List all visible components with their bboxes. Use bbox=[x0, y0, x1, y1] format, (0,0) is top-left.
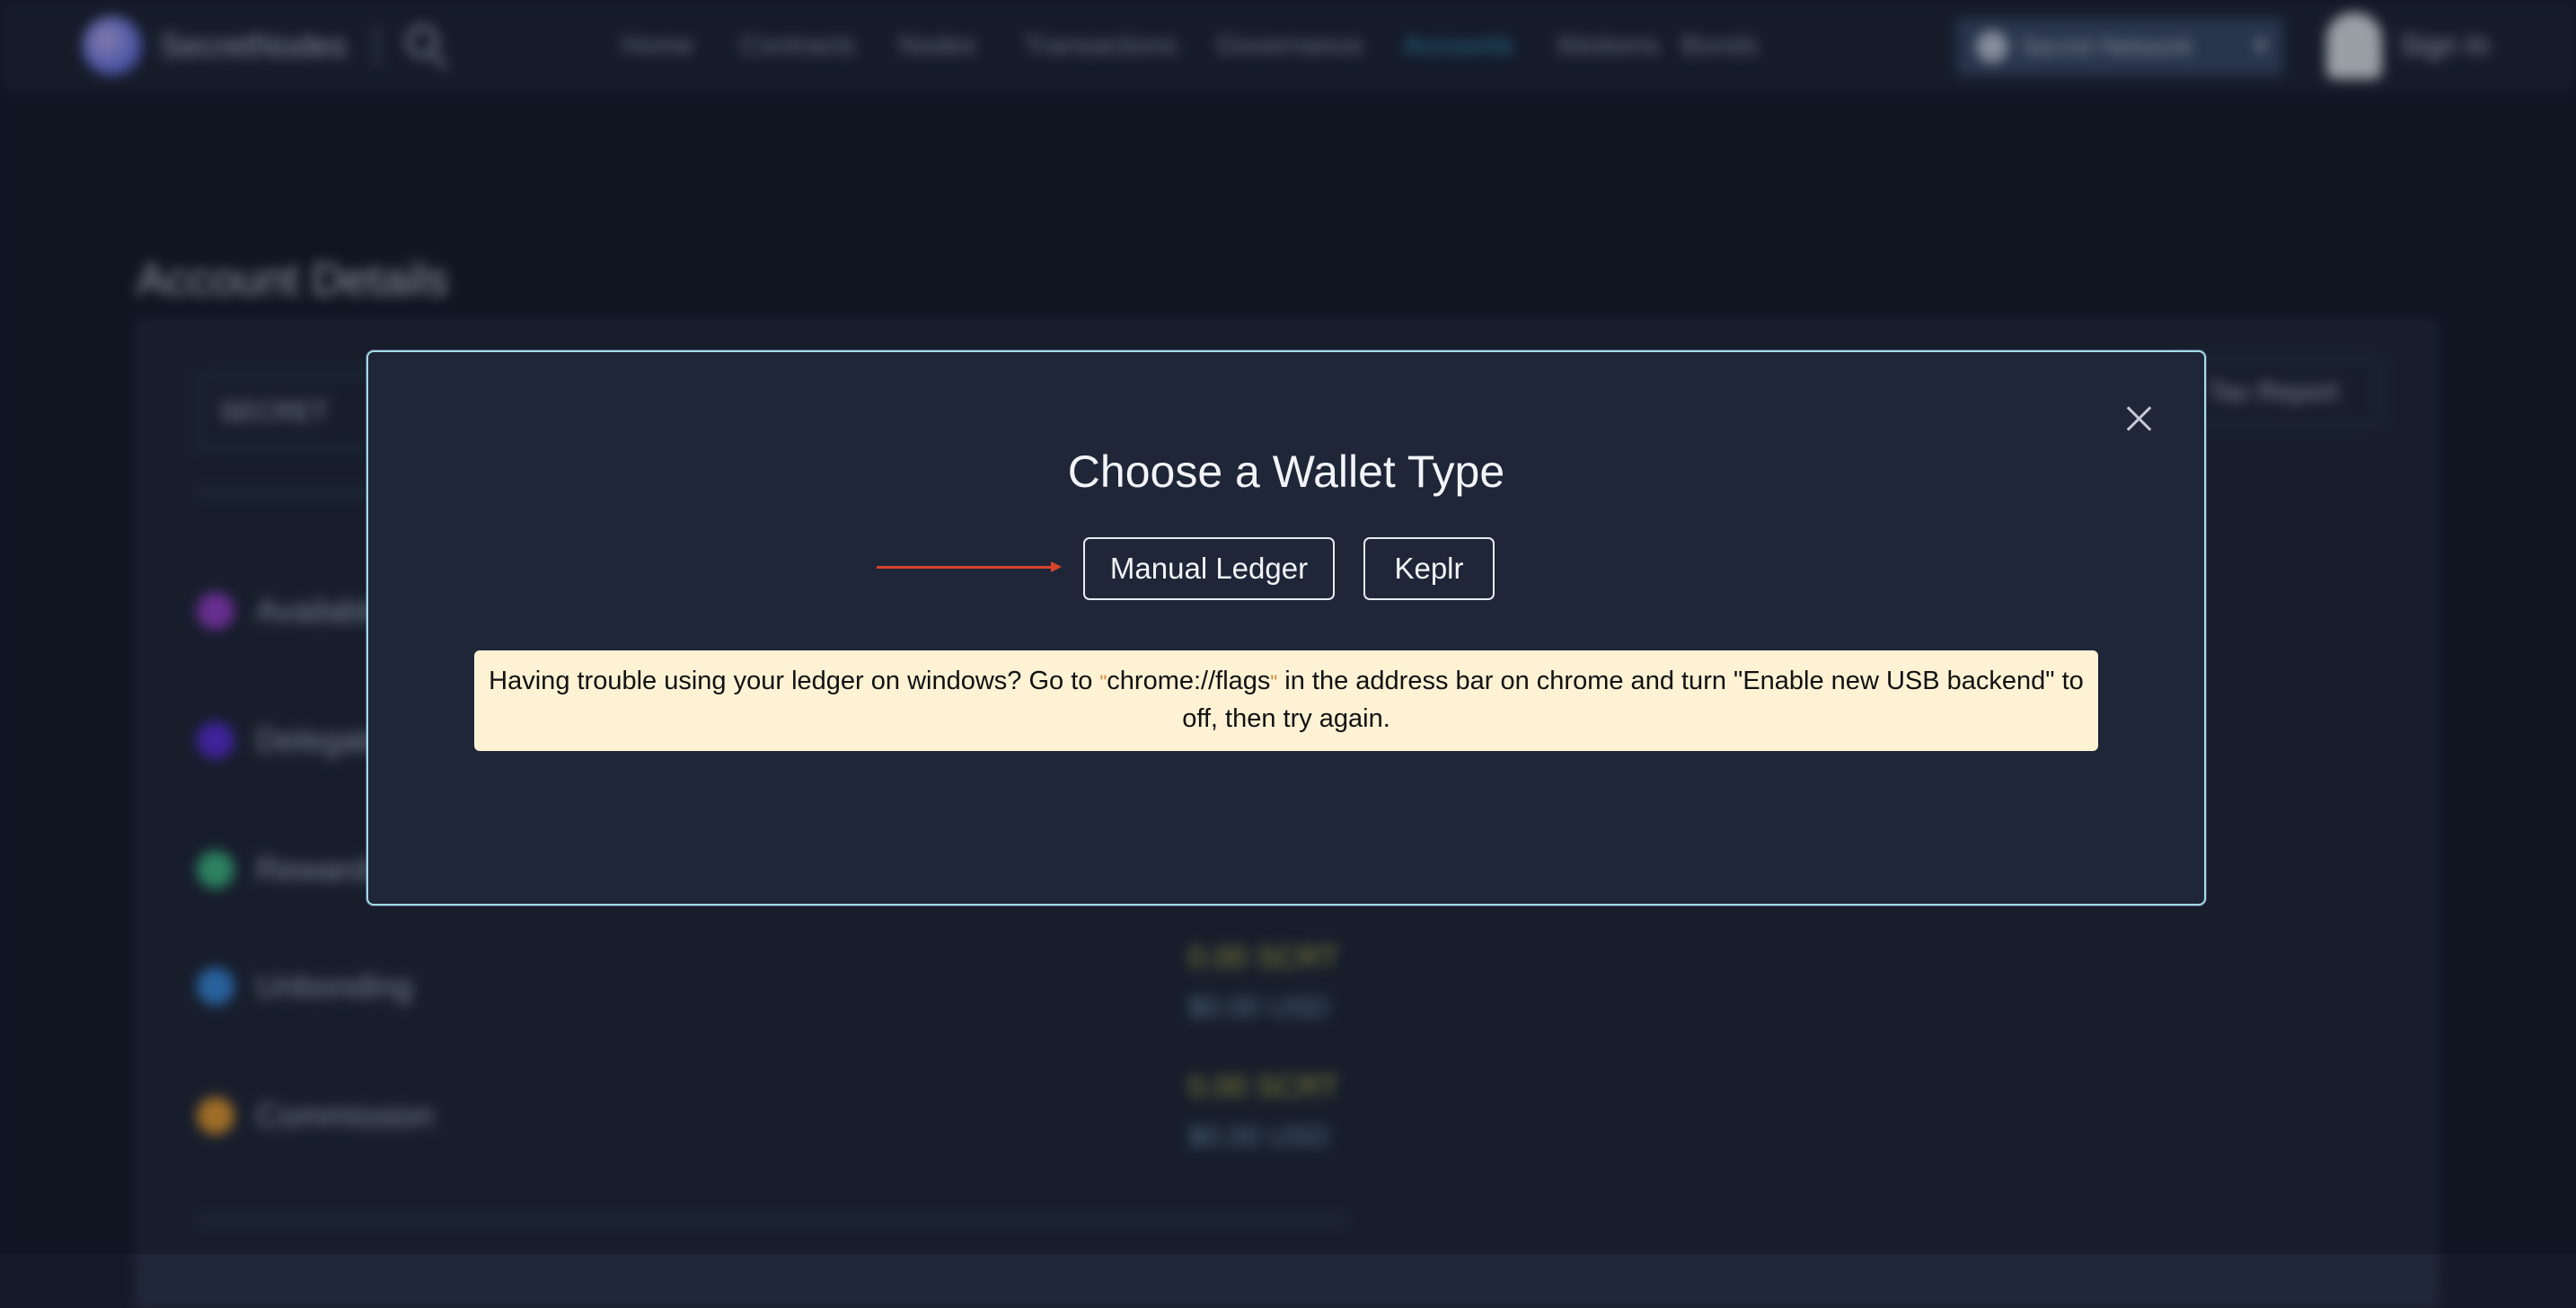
arrow-right-icon bbox=[1051, 561, 1062, 572]
ledger-windows-notice: Having trouble using your ledger on wind… bbox=[474, 650, 2098, 751]
close-icon[interactable] bbox=[2120, 399, 2159, 438]
notice-text-after: in the address bar on chrome and turn "E… bbox=[1182, 667, 2084, 733]
manual-ledger-button[interactable]: Manual Ledger bbox=[1083, 537, 1335, 600]
notice-text-before: Having trouble using your ledger on wind… bbox=[489, 667, 1100, 695]
modal-title: Choose a Wallet Type bbox=[1067, 446, 1505, 497]
notice-code: chrome://flags bbox=[1107, 667, 1271, 695]
pointer-arrow bbox=[877, 566, 1056, 569]
keplr-button[interactable]: Keplr bbox=[1363, 537, 1495, 600]
wallet-type-modal: Choose a Wallet Type Manual Ledger Keplr… bbox=[366, 350, 2206, 906]
